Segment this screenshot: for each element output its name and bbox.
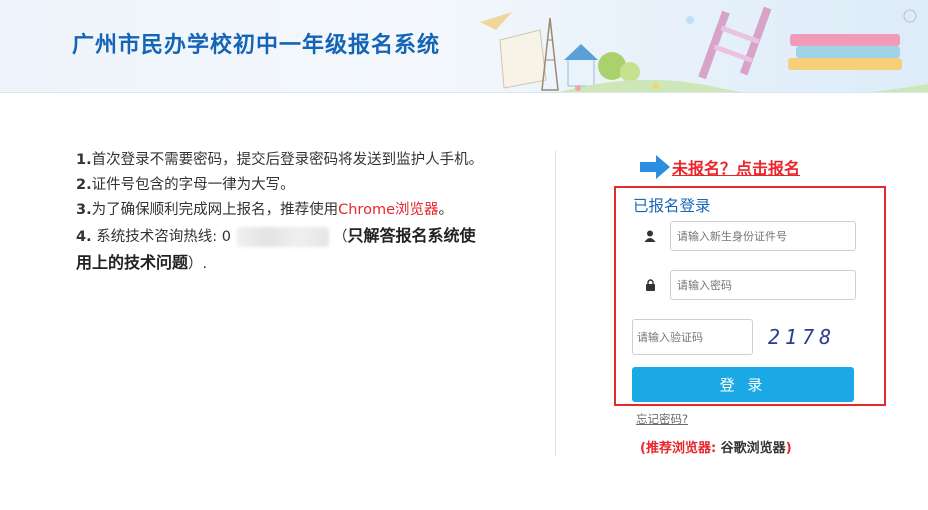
vertical-divider: [555, 150, 556, 456]
note-item-1: 1.首次登录不需要密码，提交后登录密码将发送到监护人手机。: [76, 148, 491, 173]
forgot-password-link[interactable]: 忘记密码?: [636, 411, 688, 427]
instructions: 1.首次登录不需要密码，提交后登录密码将发送到监护人手机。 2.证件号包含的字母…: [76, 148, 491, 277]
password-input[interactable]: [670, 270, 856, 300]
note-text: 首次登录不需要密码，提交后登录密码将发送到监护人手机。: [91, 152, 484, 168]
password-row: [634, 270, 856, 300]
note-number: 3.: [76, 202, 92, 218]
login-panel: 已报名登录 2178 登 录: [614, 186, 886, 406]
id-number-row: [634, 221, 856, 251]
id-number-input[interactable]: [670, 221, 856, 251]
chrome-highlight: Chrome浏览器: [338, 202, 439, 218]
note-text: 证件号包含的字母一律为大写。: [91, 177, 295, 193]
tip-open: (推荐浏览器:: [640, 441, 721, 456]
note-text: 为了确保顺利完成网上报名，推荐使用: [91, 202, 339, 218]
paren-close: ）: [188, 256, 203, 272]
paren-open: （: [332, 229, 348, 245]
lock-icon: [634, 270, 666, 300]
note-item-3: 3.为了确保顺利完成网上报名，推荐使用Chrome浏览器。: [76, 198, 491, 223]
note-number: 2.: [76, 177, 92, 193]
header-banner: 广州市民办学校初中一年级报名系统: [0, 0, 928, 93]
browser-recommendation: (推荐浏览器: 谷歌浏览器): [640, 437, 792, 456]
tip-close: ): [785, 441, 792, 456]
note-number: 1.: [76, 152, 92, 168]
hotline-number-redacted: [236, 227, 329, 247]
header-decoration-illustration: [480, 6, 928, 92]
note-number: 4.: [76, 229, 92, 245]
register-link[interactable]: 未报名？点击报名: [672, 155, 800, 179]
login-title: 已报名登录: [633, 197, 711, 215]
site-title: 广州市民办学校初中一年级报名系统: [72, 33, 441, 58]
note-end: 。: [438, 202, 453, 218]
note-end: .: [202, 256, 208, 272]
user-icon: [634, 221, 666, 251]
login-button[interactable]: 登 录: [632, 367, 854, 402]
captcha-image[interactable]: 2178: [768, 325, 836, 349]
note-text: 系统技术咨询热线: 0: [91, 229, 231, 245]
note-item-4: 4. 系统技术咨询热线: 0 （只解答报名系统使用上的技术问题）.: [76, 223, 491, 277]
tip-browser: 谷歌浏览器: [720, 441, 786, 456]
note-item-2: 2.证件号包含的字母一律为大写。: [76, 173, 491, 198]
captcha-input[interactable]: [632, 319, 753, 355]
arrow-right-icon: [640, 155, 670, 179]
